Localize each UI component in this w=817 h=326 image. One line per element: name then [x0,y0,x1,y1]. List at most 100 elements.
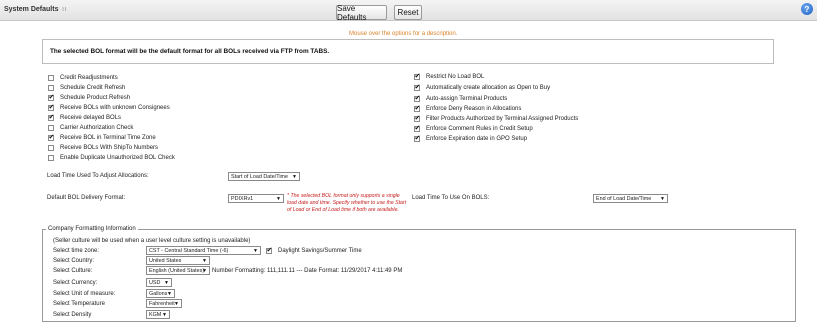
temperature-select[interactable]: Fahrenheit ▼ [146,299,182,308]
culture-label: Select Culture: [53,268,93,274]
option-duplicate-unauthorized-bol[interactable]: Enable Duplicate Unauthorized BOL Check [48,153,175,162]
dst-option[interactable]: Daylight Savings/Summer Time [266,246,362,255]
option-label: Automatically create allocation as Open … [426,84,551,91]
option-label: Receive BOLs With ShipTo Numbers [60,144,159,151]
timezone-label: Select time zone: [53,248,100,254]
select-value: End of Load Date/Time [596,195,652,202]
density-label: Select Density [53,312,92,318]
option-label: Receive BOLs with unknown Consignees [60,104,170,111]
option-label: Enforce Expiration date in GPO Setup [426,135,528,142]
chevron-down-icon: ▼ [276,196,281,202]
option-schedule-product-refresh[interactable]: Schedule Product Refresh [48,93,130,102]
chevron-down-icon: ▼ [167,291,172,297]
help-icon[interactable]: ? [801,3,813,15]
select-value: Gallons [149,290,168,297]
option-label: Enforce Deny Reason in Allocations [426,105,522,112]
load-time-allocations-select[interactable]: Start of Load Date/Time ▼ [228,172,300,181]
title-bar: System Defaults ∷ Save Defaults Reset ? [0,0,817,22]
option-credit-readjustments[interactable]: Credit Readjustments [48,73,118,82]
message-text: The selected BOL format will be the defa… [50,48,330,55]
option-enforce-deny-reason[interactable]: Enforce Deny Reason in Allocations [414,104,521,113]
option-schedule-credit-refresh[interactable]: Schedule Credit Refresh [48,83,125,92]
select-value: USD [149,279,161,286]
chevron-down-icon: ▼ [253,248,258,254]
checkbox[interactable] [414,94,420,102]
option-label: Auto-assign Terminal Products [426,95,508,102]
density-select[interactable]: KGM ▼ [146,310,170,319]
option-auto-create-allocation[interactable]: Automatically create allocation as Open … [414,83,550,92]
option-auto-assign-terminal-products[interactable]: Auto-assign Terminal Products [414,94,507,103]
option-restrict-no-load-bol[interactable]: Restrict No Load BOL [414,72,484,81]
option-receive-delayed-bols[interactable]: Receive delayed BOLs [48,113,121,122]
option-receive-bols-shipto[interactable]: Receive BOLs With ShipTo Numbers [48,143,158,152]
option-label: Carrier Authorization Check [60,124,134,131]
company-formatting-legend: Company Formatting Information [48,226,136,232]
chevron-down-icon: ▼ [292,174,297,180]
page-title: System Defaults ∷ [4,6,66,13]
option-label: Enforce Comment Rules in Credit Setup [426,125,533,132]
save-defaults-button[interactable]: Save Defaults [336,4,387,22]
country-label: Select Country: [53,258,95,264]
checkbox[interactable] [48,103,54,111]
format-info: Number Formatting: 111,111.11 --- Date F… [212,268,403,274]
page-title-text: System Defaults [4,6,59,13]
checkbox[interactable] [414,72,420,80]
option-enforce-comment-rules[interactable]: Enforce Comment Rules in Credit Setup [414,124,533,133]
load-time-allocations-label: Load Time Used To Adjust Allocations: [47,173,149,179]
select-value: CST - Central Standard Time (-6) [149,247,229,254]
load-time-bols-select[interactable]: End of Load Date/Time ▼ [593,194,668,203]
currency-select[interactable]: USD ▼ [146,278,172,287]
select-value: KGM [149,311,162,318]
checkbox[interactable] [48,84,54,91]
timezone-select[interactable]: CST - Central Standard Time (-6) ▼ [146,246,261,255]
bol-format-select[interactable]: PDIXRv1 ▼ [228,194,284,203]
grip-icon: ∷ [62,7,67,13]
load-time-bols-label: Load Time To Use On BOLS: [412,195,490,201]
bol-format-warning: * The selected BOL format only supports … [287,193,407,213]
currency-label: Select Currency: [53,280,98,286]
option-enforce-expiration-date[interactable]: Enforce Expiration date in GPO Setup [414,134,527,143]
dst-label: Daylight Savings/Summer Time [278,247,362,254]
checkbox[interactable] [414,83,420,91]
option-filter-products-terminal[interactable]: Filter Products Authorized by Terminal A… [414,114,578,123]
option-label: Schedule Credit Refresh [60,84,126,91]
country-select[interactable]: United States ▼ [146,256,210,265]
option-label: Enable Duplicate Unauthorized BOL Check [60,154,175,161]
option-label: Filter Products Authorized by Terminal A… [426,115,579,122]
culture-note: (Seller culture will be used when a user… [53,238,251,244]
option-receive-unknown-consignees[interactable]: Receive BOLs with unknown Consignees [48,103,170,112]
checkbox[interactable] [48,154,54,161]
culture-select[interactable]: English (United States) ▼ [146,266,210,275]
message-box: The selected BOL format will be the defa… [42,39,774,64]
checkbox[interactable] [48,124,54,131]
checkbox[interactable] [48,93,54,101]
select-value: Start of Load Date/Time [231,173,289,180]
option-label: Credit Readjustments [60,74,118,81]
chevron-down-icon: ▼ [162,312,167,318]
hint-text: Mouse over the options for a description… [349,31,458,37]
checkbox[interactable] [414,114,420,122]
reset-button[interactable]: Reset [394,5,422,20]
option-carrier-authorization-check[interactable]: Carrier Authorization Check [48,123,133,132]
chevron-down-icon: ▼ [164,280,169,286]
checkbox[interactable] [48,113,54,121]
uom-select[interactable]: Gallons ▼ [146,289,175,298]
checkbox[interactable] [48,144,54,151]
dst-checkbox[interactable] [266,246,272,254]
checkbox[interactable] [48,74,54,81]
checkbox[interactable] [414,124,420,132]
chevron-down-icon: ▼ [202,268,207,274]
uom-label: Select Unit of measure: [53,291,116,297]
chevron-down-icon: ▼ [174,301,179,307]
checkbox[interactable] [414,134,420,142]
option-label: Receive delayed BOLs [60,114,122,121]
option-label: Receive BOL in Terminal Time Zone [60,134,156,141]
option-receive-bol-terminal-tz[interactable]: Receive BOL in Terminal Time Zone [48,133,156,142]
checkbox[interactable] [48,133,54,141]
select-value: United States [149,257,182,264]
checkbox[interactable] [414,104,420,112]
select-value: English (United States) [149,267,205,274]
chevron-down-icon: ▼ [660,196,665,202]
temperature-label: Select Temperature [53,301,105,307]
chevron-down-icon: ▼ [202,258,207,264]
